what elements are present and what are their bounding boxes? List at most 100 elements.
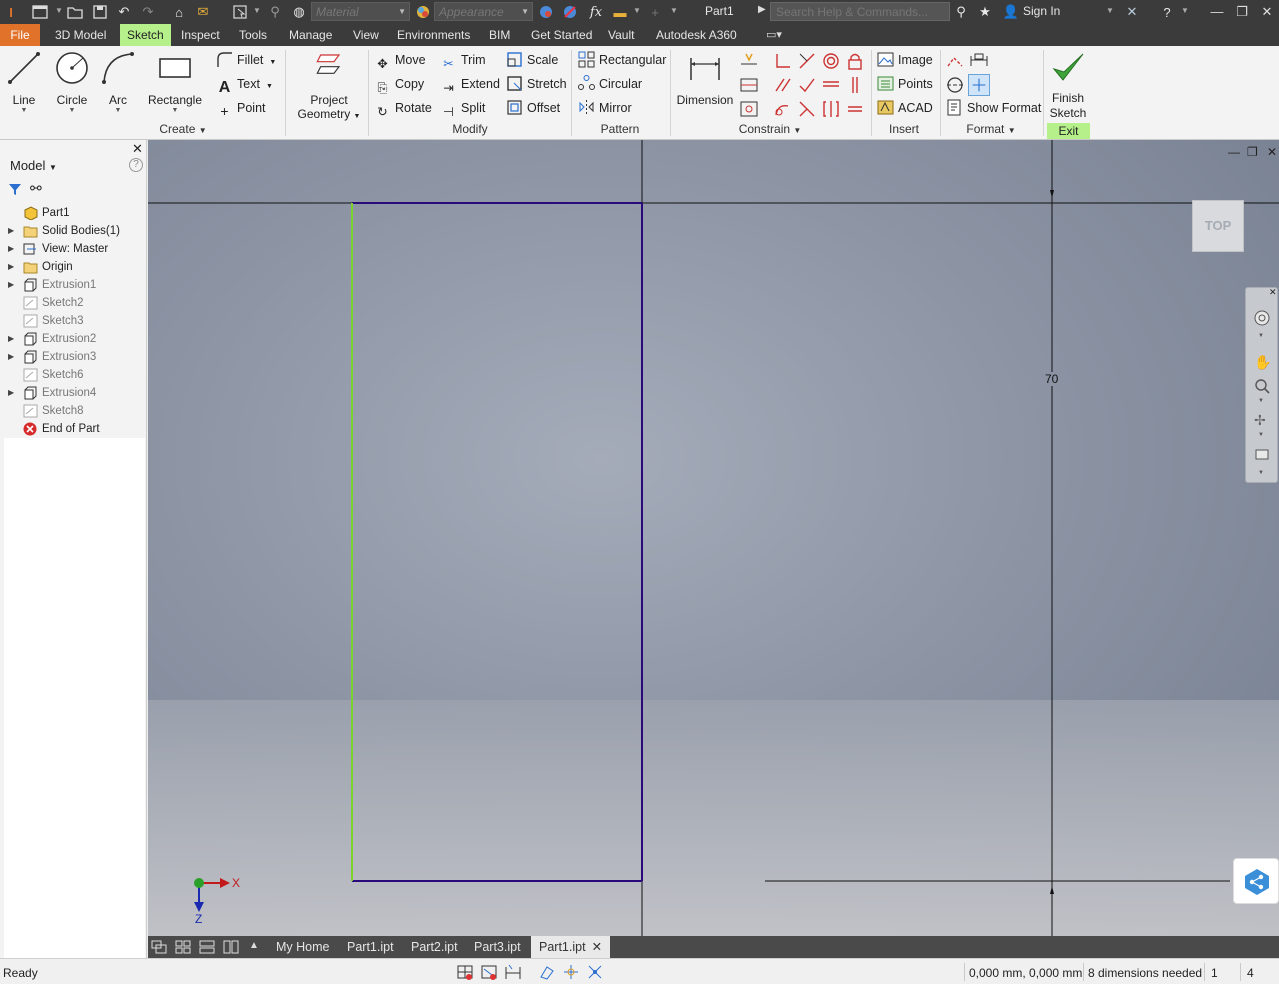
- navbar-close-icon[interactable]: ✕: [1269, 287, 1277, 298]
- wheel-dropdown-icon[interactable]: ▼: [1258, 333, 1264, 339]
- parallel-constraint-icon[interactable]: [772, 74, 794, 96]
- dimension-display-icon[interactable]: [504, 963, 522, 981]
- measure-dropdown-icon[interactable]: ▼: [633, 6, 641, 15]
- tab-inspect[interactable]: Inspect: [174, 24, 227, 46]
- tab-environments[interactable]: Environments: [390, 24, 477, 46]
- format-panel-label[interactable]: Format ▼: [956, 122, 1026, 136]
- expand-arrow-icon[interactable]: ▶: [8, 384, 14, 402]
- canvas-minimize-icon[interactable]: —: [1228, 145, 1240, 159]
- constraint-settings-icon[interactable]: [738, 98, 760, 120]
- tree-item[interactable]: Sketch6: [4, 366, 145, 384]
- search-help-icon[interactable]: ⚲: [952, 3, 970, 21]
- copy-button[interactable]: ⎘ Copy: [374, 73, 424, 95]
- tab-tools[interactable]: Tools: [232, 24, 274, 46]
- view-face-icon[interactable]: [1254, 446, 1270, 462]
- inventor-logo-icon[interactable]: I: [2, 3, 20, 21]
- search-expand-icon[interactable]: ▶: [758, 4, 766, 15]
- fix-constraint-icon[interactable]: [844, 50, 866, 72]
- symmetric-constraint-icon[interactable]: [820, 98, 842, 120]
- exchange-apps-icon[interactable]: ✕: [1123, 3, 1141, 21]
- tree-item[interactable]: ▶ Extrusion3: [4, 348, 145, 366]
- origin-plus-icon[interactable]: +: [646, 3, 664, 21]
- constraint-display-icon[interactable]: [480, 963, 498, 981]
- horizontal-constraint-icon[interactable]: [820, 74, 842, 96]
- offset-button[interactable]: Offset: [506, 97, 560, 119]
- expand-arrow-icon[interactable]: ▶: [8, 240, 14, 258]
- stretch-button[interactable]: Stretch: [506, 73, 567, 95]
- show-format-button[interactable]: Show Format: [946, 97, 1041, 119]
- select-icon[interactable]: [231, 3, 249, 21]
- minimize-icon[interactable]: —: [1206, 2, 1228, 22]
- project-geometry-dropdown-icon[interactable]: ▼: [354, 113, 361, 120]
- project-icon[interactable]: ✉: [194, 3, 212, 21]
- graphics-window[interactable]: X Z 70 — ❐ ✕ TOP ✕ ▼ ✋ ▼ ✢ ▼ ▼: [148, 140, 1279, 936]
- tab-close-icon[interactable]: ✕: [592, 940, 602, 954]
- arc-button[interactable]: Arc ▼: [100, 50, 136, 114]
- split-button[interactable]: ⊣ Split: [440, 97, 485, 119]
- tree-item[interactable]: Sketch3: [4, 312, 145, 330]
- center-point-icon[interactable]: [968, 74, 990, 96]
- finish-sketch-button[interactable]: Finish Sketch: [1046, 50, 1090, 121]
- material-combo[interactable]: Material ▼: [311, 2, 410, 21]
- tile-horizontal-icon[interactable]: [199, 940, 215, 954]
- text-dropdown-icon[interactable]: ▼: [266, 83, 273, 90]
- relax-mode-icon[interactable]: [586, 963, 604, 981]
- dimension-button[interactable]: Dimension: [676, 50, 734, 107]
- coincident-constraint-icon[interactable]: [796, 50, 818, 72]
- browser-help-icon[interactable]: ?: [129, 158, 143, 172]
- save-icon[interactable]: [91, 3, 109, 21]
- close-icon[interactable]: ✕: [1256, 2, 1278, 22]
- auto-dimension-icon[interactable]: [738, 50, 760, 72]
- tangent-constraint-icon[interactable]: [796, 74, 818, 96]
- canvas-restore-icon[interactable]: ❐: [1247, 145, 1258, 159]
- expand-arrow-icon[interactable]: ▶: [8, 222, 14, 240]
- tab-autodesk-a360[interactable]: Autodesk A360: [649, 24, 744, 46]
- tab-file[interactable]: File: [0, 24, 40, 46]
- image-button[interactable]: Image: [877, 49, 933, 71]
- steering-wheel-icon[interactable]: [1254, 310, 1270, 326]
- tab-get-started[interactable]: Get Started: [524, 24, 599, 46]
- tree-item[interactable]: Sketch8: [4, 402, 145, 420]
- arc-dropdown-icon[interactable]: ▼: [100, 107, 136, 114]
- centerline-icon[interactable]: [944, 74, 966, 96]
- points-button[interactable]: Points: [877, 73, 933, 95]
- construction-icon[interactable]: [944, 50, 966, 72]
- home-icon[interactable]: ⌂: [170, 3, 188, 21]
- tree-item[interactable]: ▶ Extrusion2: [4, 330, 145, 348]
- slice-graphics-icon[interactable]: [538, 963, 556, 981]
- tree-item[interactable]: ▶ Solid Bodies(1): [4, 222, 145, 240]
- perpendicular-constraint-icon[interactable]: [772, 50, 794, 72]
- line-dropdown-icon[interactable]: ▼: [5, 107, 43, 114]
- line-button[interactable]: Line ▼: [5, 50, 43, 114]
- zoom-icon[interactable]: [1254, 378, 1270, 394]
- tab-manage[interactable]: Manage: [282, 24, 339, 46]
- pan-hand-icon[interactable]: ✋: [1254, 354, 1271, 370]
- cascade-windows-icon[interactable]: [151, 940, 167, 954]
- rectangular-pattern-button[interactable]: Rectangular: [578, 49, 666, 71]
- tab-3d-model[interactable]: 3D Model: [48, 24, 113, 46]
- show-constraints-icon[interactable]: [738, 74, 760, 96]
- text-button[interactable]: A Text ▼: [216, 73, 273, 96]
- tree-item[interactable]: ▶ Origin: [4, 258, 145, 276]
- restore-icon[interactable]: ❐: [1231, 2, 1253, 22]
- tab-vault[interactable]: Vault: [601, 24, 641, 46]
- new-file-icon[interactable]: [31, 3, 49, 21]
- zoom-dropdown-icon[interactable]: ▼: [1258, 398, 1264, 404]
- equal-constraint-icon[interactable]: [844, 98, 866, 120]
- sketch-grid-icon[interactable]: [456, 963, 474, 981]
- tile-windows-icon[interactable]: [175, 940, 191, 954]
- tab-view[interactable]: View: [346, 24, 386, 46]
- fillet-dropdown-icon[interactable]: ▼: [269, 59, 276, 66]
- doc-tab-part3[interactable]: Part3.ipt: [466, 936, 529, 958]
- move-button[interactable]: ✥ Move: [374, 49, 425, 71]
- rectangle-button[interactable]: Rectangle ▼: [146, 50, 204, 114]
- appearance-ball-icon[interactable]: [414, 3, 432, 21]
- circle-button[interactable]: Circle ▼: [52, 50, 92, 114]
- customize-dropdown-icon[interactable]: ▼: [670, 6, 678, 15]
- tab-bim[interactable]: BIM: [482, 24, 517, 46]
- undo-icon[interactable]: ↶: [115, 3, 133, 21]
- expand-arrow-icon[interactable]: ▶: [8, 276, 14, 294]
- tree-item[interactable]: End of Part: [4, 420, 145, 438]
- navbar-customize-icon[interactable]: ▼: [1258, 470, 1264, 476]
- tree-item[interactable]: Part1: [4, 204, 145, 222]
